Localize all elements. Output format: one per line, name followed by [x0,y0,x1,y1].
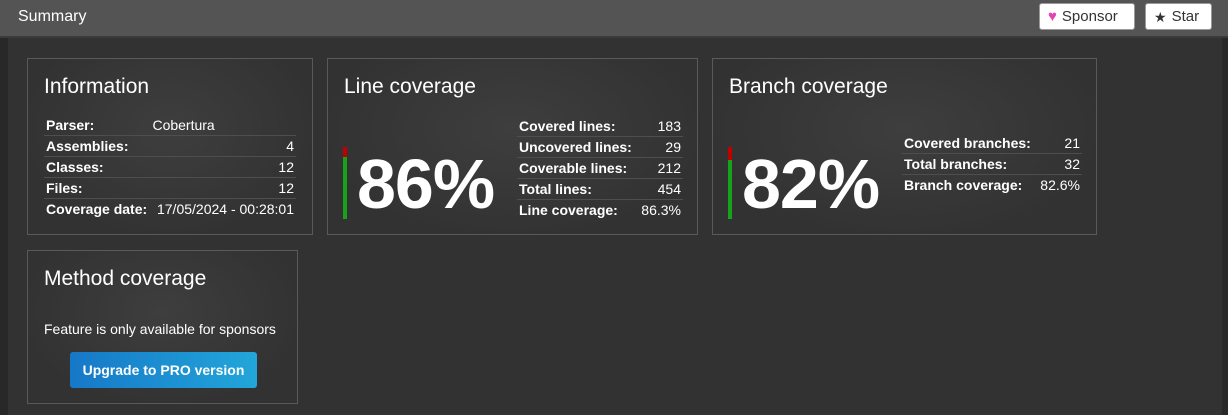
table-row: Branch coverage: 82.6% [902,175,1082,196]
branch-coverage-percent: 82% [742,145,880,223]
star-button[interactable]: ★ Star [1145,3,1212,30]
stat-label: Coverable lines: [517,157,638,179]
info-label: Assemblies: [44,135,151,157]
sponsor-label: Sponsor [1061,8,1118,25]
info-value: 17/05/2024 - 00:28:01 [156,201,294,217]
information-card: Information Parser: Cobertura Assemblies… [27,58,313,235]
table-row: Coverage date: 17/05/2024 - 00:28:01 [44,199,296,220]
info-value: 12 [150,177,296,199]
stat-value: 183 [637,116,683,137]
table-row: Assemblies: 4 [44,135,296,157]
table-row: Uncovered lines: 29 [517,136,683,158]
info-value: Cobertura [150,115,296,136]
table-row: Total branches: 32 [902,153,1082,175]
information-table: Parser: Cobertura Assemblies: 4 Classes:… [44,115,296,219]
table-row: Covered lines: 183 [517,116,683,137]
sponsor-button[interactable]: ♥ Sponsor [1039,3,1135,30]
stat-label: Total lines: [517,178,638,200]
summary-content: Information Parser: Cobertura Assemblies… [8,38,1222,415]
table-row: Coverable lines: 212 [517,157,683,179]
branch-coverage-bar [728,147,732,219]
star-label: Star [1171,8,1200,25]
table-row: Total lines: 454 [517,178,683,200]
method-coverage-title: Method coverage [44,267,207,290]
uncovered-bar-segment [343,147,347,157]
info-label: Coverage date: [46,201,148,217]
page-title: Summary [18,8,87,25]
sponsor-only-message: Feature is only available for sponsors [44,321,276,337]
stat-label: Covered branches: [902,133,1037,154]
branch-coverage-table: Covered branches: 21 Total branches: 32 … [902,133,1082,195]
upgrade-to-pro-button[interactable]: Upgrade to PRO version [70,352,257,388]
line-coverage-card: Line coverage 86% Covered lines: 183 Unc… [327,58,698,235]
stat-label: Branch coverage: [904,177,1023,193]
line-coverage-table: Covered lines: 183 Uncovered lines: 29 C… [517,116,683,220]
info-label: Parser: [44,115,151,136]
stat-value: 86.3% [641,202,681,218]
info-label: Files: [44,177,151,199]
stat-value: 454 [637,178,683,200]
covered-bar-segment [728,159,732,219]
stat-value: 82.6% [1040,177,1080,193]
table-row: Covered branches: 21 [902,133,1082,154]
stat-label: Total branches: [902,153,1037,175]
heart-icon: ♥ [1048,8,1057,25]
stat-label: Line coverage: [519,202,618,218]
uncovered-bar-segment [728,147,732,160]
line-coverage-percent: 86% [357,145,495,223]
info-label: Classes: [44,156,151,178]
stat-value: 29 [637,136,683,158]
method-coverage-card: Method coverage Feature is only availabl… [27,250,298,404]
table-row: Classes: 12 [44,156,296,178]
branch-coverage-title: Branch coverage [729,75,888,98]
info-value: 4 [150,135,296,157]
info-value: 12 [150,156,296,178]
line-coverage-title: Line coverage [344,75,476,98]
information-title: Information [44,75,150,98]
branch-coverage-card: Branch coverage 82% Covered branches: 21… [712,58,1097,235]
table-row: Parser: Cobertura [44,115,296,136]
stat-label: Covered lines: [517,116,638,137]
table-row: Files: 12 [44,177,296,199]
covered-bar-segment [343,156,347,219]
table-row: Line coverage: 86.3% [517,200,683,221]
stat-label: Uncovered lines: [517,136,638,158]
star-icon: ★ [1154,8,1167,25]
stat-value: 32 [1036,153,1082,175]
line-coverage-bar [343,147,347,219]
stat-value: 21 [1036,133,1082,154]
stat-value: 212 [637,157,683,179]
summary-header: Summary ♥ Sponsor ★ Star [0,0,1228,38]
